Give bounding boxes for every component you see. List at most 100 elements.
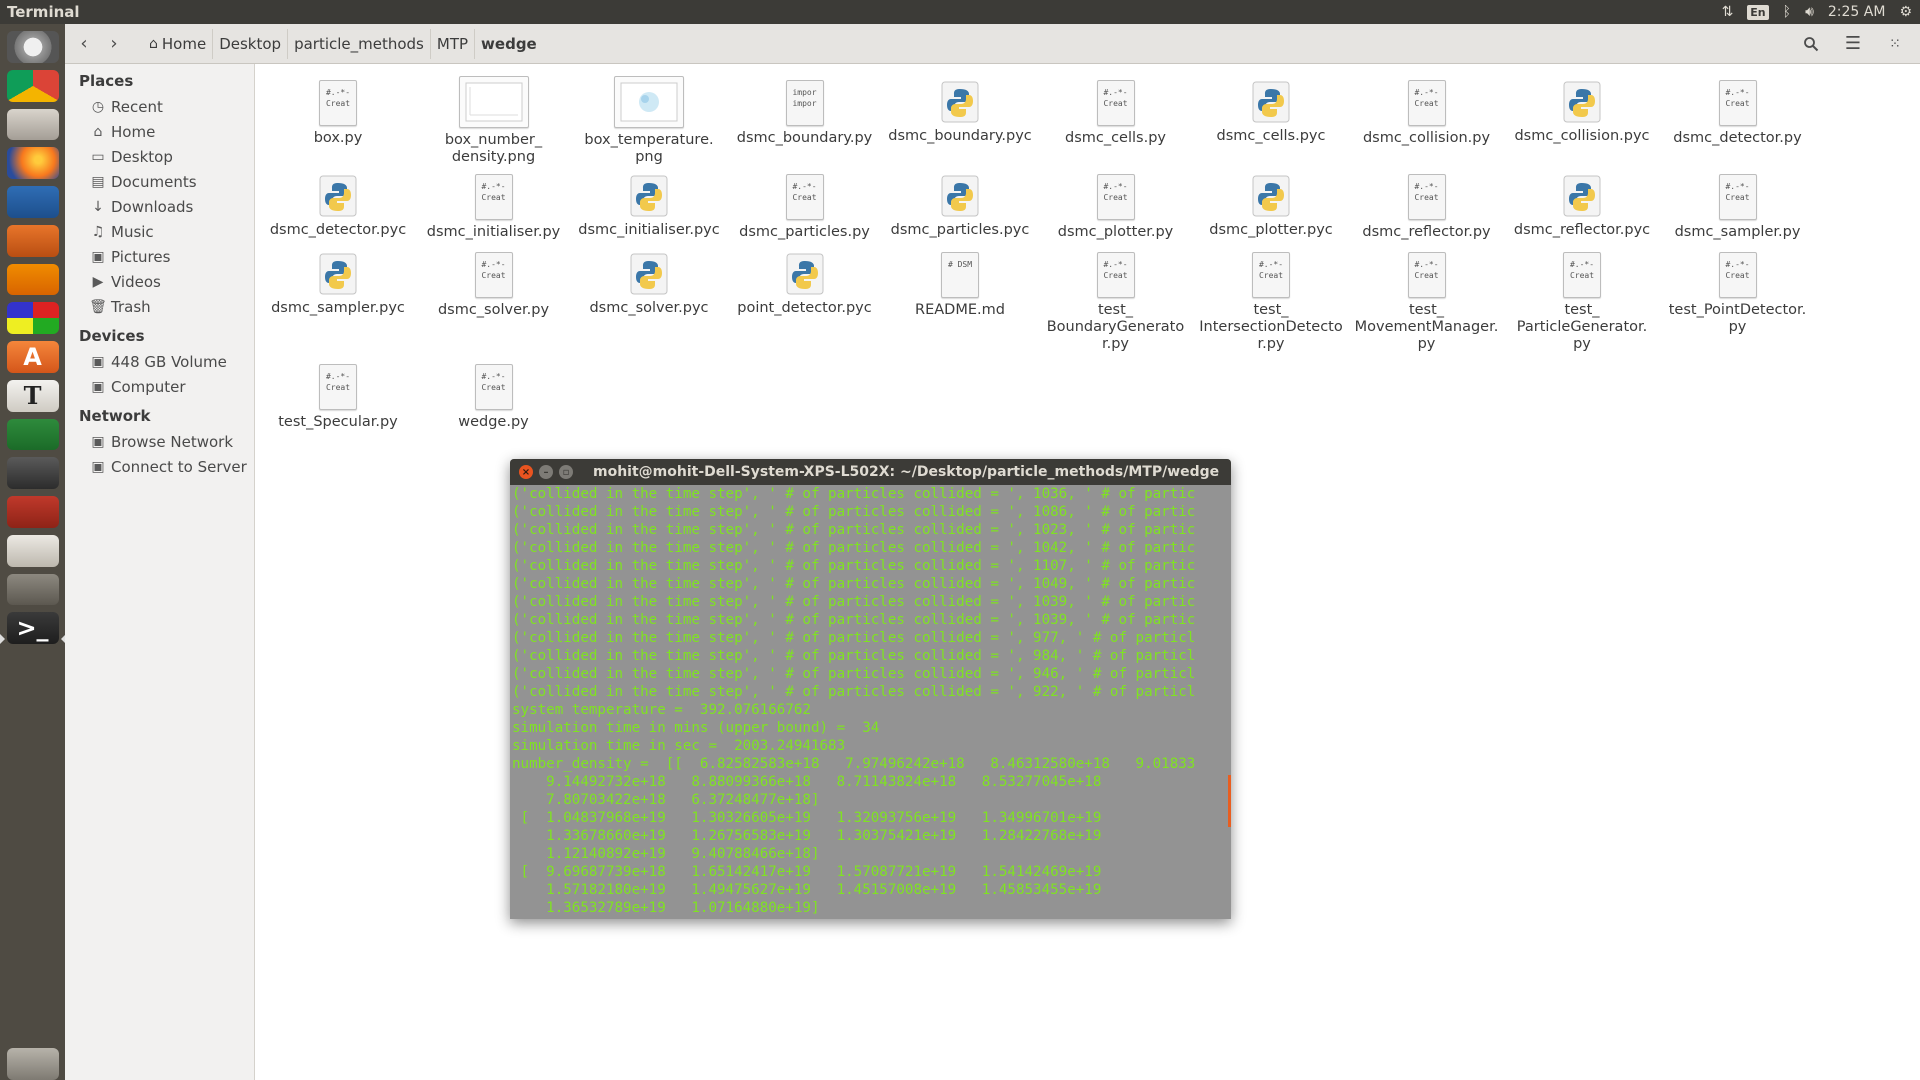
grid-view-icon[interactable]: ⁙ xyxy=(1880,29,1910,59)
file-item[interactable]: #.-*- Creat dsmc_initialiser.py xyxy=(419,174,569,241)
sidebar-item-448-gb-volume[interactable]: ▣ 448 GB Volume xyxy=(65,349,254,374)
file-item[interactable]: dsmc_cells.pyc xyxy=(1196,80,1346,145)
file-item[interactable]: dsmc_initialiser.pyc xyxy=(574,174,724,239)
sidebar-item-documents[interactable]: ▤ Documents xyxy=(65,169,254,194)
sidebar-item-music[interactable]: ♫ Music xyxy=(65,219,254,244)
terminal-scrollbar[interactable] xyxy=(1228,775,1231,827)
file-preview-line: #.-*- xyxy=(1569,260,1595,269)
writer-icon[interactable] xyxy=(6,186,59,218)
file-name: dsmc_detector.py xyxy=(1673,130,1802,146)
trash-icon[interactable] xyxy=(6,1048,59,1080)
file-name: test_PointDetector. py xyxy=(1668,302,1807,335)
file-item[interactable]: #.-*- Creat test_ BoundaryGenerato r.py xyxy=(1041,252,1191,353)
sidebar-item-computer[interactable]: ▣ Computer xyxy=(65,374,254,399)
terminal-icon[interactable]: >_ xyxy=(0,612,66,645)
file-name: dsmc_sampler.pyc xyxy=(271,300,405,316)
file-item[interactable]: #.-*- Creat dsmc_collision.py xyxy=(1352,80,1502,147)
texmaker-icon[interactable]: T xyxy=(6,379,59,412)
file-item[interactable]: #.-*- Creat test_ IntersectionDetecto r.py xyxy=(1196,252,1346,353)
gimp-icon[interactable] xyxy=(6,573,59,606)
sidebar-item-trash[interactable]: 🗑︎ Trash xyxy=(65,294,254,319)
file-preview-line: #.-*- xyxy=(481,260,506,269)
file-item[interactable]: #.-*- Creat test_ ParticleGenerator. py xyxy=(1507,252,1657,353)
breadcrumb-mtp[interactable]: MTP xyxy=(431,28,476,59)
active-app-title: Terminal xyxy=(7,3,80,21)
breadcrumb-particle-methods[interactable]: particle_methods xyxy=(288,28,431,59)
chrome-icon[interactable] xyxy=(6,69,59,102)
workspace-switcher-icon[interactable] xyxy=(6,302,59,335)
file-name: dsmc_detector.pyc xyxy=(269,222,407,238)
file-item[interactable]: dsmc_detector.pyc xyxy=(263,174,413,239)
impress-icon[interactable] xyxy=(6,224,59,257)
breadcrumb-wedge[interactable]: wedge xyxy=(475,29,543,59)
calc-icon[interactable] xyxy=(6,418,59,451)
sidebar-item-recent[interactable]: ◷ Recent xyxy=(65,94,254,119)
file-item[interactable]: #.-*- Creat test_Specular.py xyxy=(263,364,413,431)
close-icon[interactable]: × xyxy=(519,465,533,479)
file-item[interactable]: #.-*- Creat wedge.py xyxy=(419,364,569,431)
sidebar-item-home[interactable]: ⌂ Home xyxy=(65,119,254,144)
file-preview-line: Creat xyxy=(481,271,506,280)
file-preview-line: Creat xyxy=(1103,193,1128,202)
file-item[interactable]: dsmc_solver.pyc xyxy=(574,252,724,317)
file-item[interactable]: dsmc_particles.pyc xyxy=(885,174,1035,239)
file-item[interactable]: box_number_ density.png xyxy=(419,76,569,166)
file-item[interactable]: #.-*- Creat dsmc_particles.py xyxy=(730,174,880,241)
file-item[interactable]: point_detector.pyc xyxy=(730,252,880,317)
file-item[interactable]: box_temperature. png xyxy=(574,76,724,166)
dash-home-icon[interactable] xyxy=(6,31,59,63)
file-item[interactable]: #.-*- Creat dsmc_solver.py xyxy=(419,252,569,319)
sidebar-item-label: Connect to Server xyxy=(111,457,247,476)
file-item[interactable]: #.-*- Creat dsmc_detector.py xyxy=(1663,80,1813,147)
firefox-icon[interactable] xyxy=(6,147,59,180)
file-item[interactable]: #.-*- Creat dsmc_reflector.py xyxy=(1352,174,1502,241)
network-transfer-icon[interactable]: ⇅ xyxy=(1722,4,1734,20)
file-item[interactable]: #.-*- Creat dsmc_plotter.py xyxy=(1041,174,1191,241)
gear-icon[interactable]: ⚙ xyxy=(1899,4,1912,20)
terminal-output[interactable]: ('collided in the time step', ' # of par… xyxy=(510,485,1233,919)
file-item[interactable]: dsmc_collision.pyc xyxy=(1507,80,1657,145)
maximize-icon[interactable]: ▫ xyxy=(559,465,573,479)
sidebar-item-connect-to-server[interactable]: ▣ Connect to Server xyxy=(65,454,254,479)
software-center-icon[interactable]: A xyxy=(6,341,59,373)
file-item[interactable]: #.-*- Creat test_ MovementManager. py xyxy=(1352,252,1502,353)
text-editor-icon[interactable] xyxy=(6,534,59,567)
minimize-icon[interactable]: – xyxy=(539,465,553,479)
file-item[interactable]: #.-*- Creat box.py xyxy=(263,80,413,147)
clock[interactable]: 2:25 AM xyxy=(1828,4,1886,20)
wireshark-icon[interactable] xyxy=(6,496,59,528)
file-item[interactable]: dsmc_sampler.pyc xyxy=(263,252,413,317)
back-icon[interactable]: ‹ xyxy=(69,29,99,59)
forward-icon[interactable]: › xyxy=(99,29,129,59)
keyboard-language-indicator[interactable]: En xyxy=(1747,4,1769,20)
list-view-icon[interactable]: ☰ xyxy=(1838,29,1868,59)
file-item[interactable]: # DSM README.md xyxy=(885,252,1035,319)
terminal-titlebar[interactable]: × – ▫ mohit@mohit-Dell-System-XPS-L502X:… xyxy=(510,459,1231,485)
text-file-icon: #.-*- Creat xyxy=(1718,80,1757,126)
vlc-icon[interactable] xyxy=(6,263,59,296)
removable-drive-icon[interactable] xyxy=(6,108,59,141)
breadcrumb-desktop[interactable]: Desktop xyxy=(213,28,289,59)
file-name: dsmc_reflector.py xyxy=(1362,224,1491,240)
file-item[interactable]: impor impor dsmc_boundary.py xyxy=(730,80,880,147)
file-name: dsmc_solver.pyc xyxy=(589,300,709,316)
video-editor-icon[interactable] xyxy=(6,457,59,490)
terminal-window[interactable]: × – ▫ mohit@mohit-Dell-System-XPS-L502X:… xyxy=(510,459,1231,919)
bluetooth-icon[interactable]: ᛒ xyxy=(1783,4,1791,20)
file-item[interactable]: #.-*- Creat dsmc_sampler.py xyxy=(1663,174,1813,241)
sidebar-item-videos[interactable]: ▶ Videos xyxy=(65,269,254,294)
file-item[interactable]: dsmc_reflector.pyc xyxy=(1507,174,1657,239)
breadcrumb-home[interactable]: ⌂ Home xyxy=(143,28,214,59)
volume-icon[interactable]: 🔊︎ xyxy=(1805,4,1814,20)
sidebar-item-pictures[interactable]: ▣ Pictures xyxy=(65,244,254,269)
search-icon[interactable] xyxy=(1796,29,1826,59)
sidebar-item-browse-network[interactable]: ▣ Browse Network xyxy=(65,429,254,454)
file-name: test_Specular.py xyxy=(278,414,398,430)
file-item[interactable]: #.-*- Creat dsmc_cells.py xyxy=(1041,80,1191,147)
sidebar-item-desktop[interactable]: ▭ Desktop xyxy=(65,144,254,169)
file-item[interactable]: dsmc_boundary.pyc xyxy=(885,80,1035,145)
sidebar-item-downloads[interactable]: ↓ Downloads xyxy=(65,194,254,219)
file-name: dsmc_collision.pyc xyxy=(1514,128,1650,144)
file-item[interactable]: dsmc_plotter.pyc xyxy=(1196,174,1346,239)
file-item[interactable]: #.-*- Creat test_PointDetector. py xyxy=(1663,252,1813,336)
